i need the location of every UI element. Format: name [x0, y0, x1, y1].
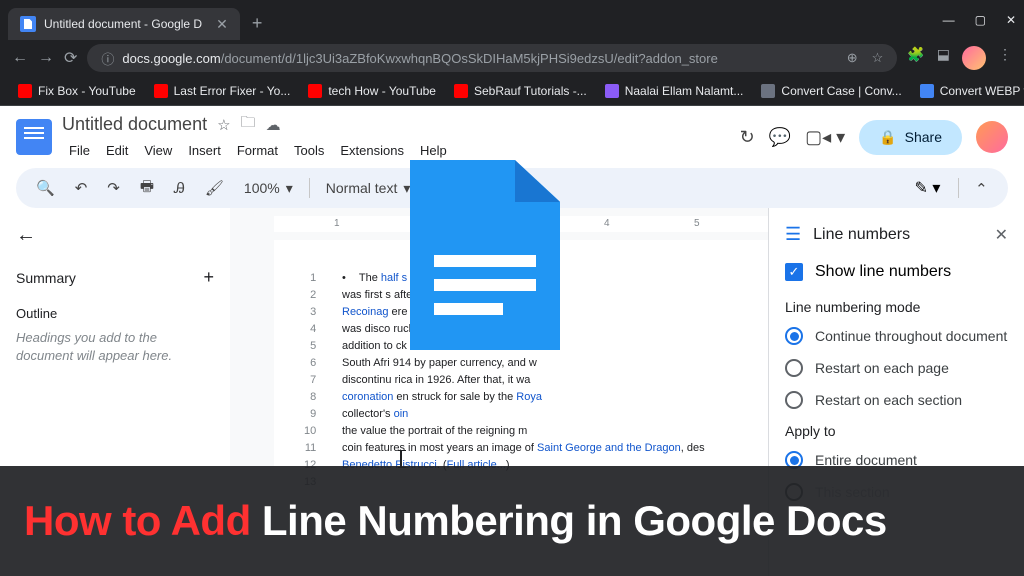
list-icon: ☰ [785, 224, 801, 245]
bookmark-favicon [154, 84, 168, 98]
bookmark-item[interactable]: Convert WEBP to JP... [914, 80, 1024, 102]
maximize-button[interactable]: ▢ [975, 13, 986, 27]
forward-button[interactable]: → [38, 49, 54, 67]
spellcheck-button[interactable]: Ꭿ [166, 174, 193, 203]
print-button[interactable]: 🖶 [132, 170, 162, 207]
bookmark-favicon [761, 84, 775, 98]
bookmark-item[interactable]: SebRauf Tutorials -... [448, 80, 593, 102]
browser-titlebar: Untitled document - Google D ✕ + ― ▢ ✕ [0, 0, 1024, 40]
meet-button[interactable]: ▢◂ ▾ [805, 127, 845, 148]
show-line-numbers-checkbox[interactable]: ✓ Show line numbers [785, 263, 1008, 281]
style-select[interactable]: Normal text ▾ [318, 176, 419, 201]
reload-button[interactable]: ⟳ [64, 48, 77, 68]
move-icon[interactable]: 🗀 [241, 112, 256, 137]
mode-section-title: Line numbering mode [785, 299, 1008, 315]
collapse-toolbar-button[interactable]: ⌄ [967, 173, 996, 203]
bookmark-item[interactable]: tech How - YouTube [302, 80, 442, 102]
menu-bar: FileEditViewInsertFormatToolsExtensionsH… [62, 139, 454, 162]
radio-icon [785, 359, 803, 377]
docs-hero-icon [410, 160, 560, 350]
docs-header: Untitled document ☆ 🗀 ☁ FileEditViewInse… [0, 106, 1024, 168]
menu-insert[interactable]: Insert [181, 139, 228, 162]
radio-icon [785, 327, 803, 345]
menu-view[interactable]: View [137, 139, 179, 162]
close-icon[interactable]: ✕ [216, 16, 228, 33]
menu-file[interactable]: File [62, 139, 97, 162]
ruler-mark: 5 [694, 218, 700, 229]
comments-icon[interactable]: 💬 [769, 127, 791, 148]
separator [958, 178, 959, 198]
bookmarks-bar: Fix Box - YouTube Last Error Fixer - Yo..… [0, 76, 1024, 106]
translate-icon[interactable]: ⊕ [847, 50, 858, 66]
search-icon[interactable]: 🔍 [28, 173, 63, 203]
account-avatar[interactable] [976, 121, 1008, 153]
new-tab-button[interactable]: + [252, 13, 263, 34]
collapse-outline-button[interactable]: ← [16, 224, 214, 247]
summary-label: Summary [16, 270, 76, 286]
apply-section-title: Apply to [785, 423, 1008, 439]
overlay-title: How to Add Line Numbering in Google Docs [24, 497, 887, 545]
bookmark-favicon [605, 84, 619, 98]
lock-icon: 🔒 [879, 129, 896, 146]
address-bar: ← → ⟳ ⓘ docs.google.com/document/d/1ljc3… [0, 40, 1024, 76]
line-numbers-gutter: 12345678910111213 [304, 270, 316, 491]
docs-favicon [20, 16, 36, 32]
bookmark-item[interactable]: Last Error Fixer - Yo... [148, 80, 297, 102]
bookmark-item[interactable]: Naalai Ellam Nalamt... [599, 80, 750, 102]
document-title[interactable]: Untitled document [62, 114, 207, 135]
menu-extensions[interactable]: Extensions [333, 139, 411, 162]
site-info-icon[interactable]: ⓘ [101, 49, 114, 68]
back-button[interactable]: ← [12, 49, 28, 67]
bookmark-item[interactable]: Convert Case | Conv... [755, 80, 907, 102]
url-input[interactable]: ⓘ docs.google.com/document/d/1ljc3Ui3aZB… [87, 44, 897, 72]
docs-logo-icon[interactable] [16, 119, 52, 155]
close-window-button[interactable]: ✕ [1006, 13, 1016, 27]
bookmark-star-icon[interactable]: ☆ [872, 50, 884, 66]
editing-mode-button[interactable]: ✎ ▾ [905, 172, 951, 204]
star-icon[interactable]: ☆ [217, 116, 230, 134]
menu-help[interactable]: Help [413, 139, 454, 162]
history-icon[interactable]: ↻ [740, 127, 755, 148]
bookmark-item[interactable]: Fix Box - YouTube [12, 80, 142, 102]
outline-label: Outline [16, 306, 214, 321]
add-summary-button[interactable]: + [203, 267, 214, 288]
zoom-select[interactable]: 100% ▾ [236, 176, 301, 201]
bookmark-favicon [18, 84, 32, 98]
radio-icon [785, 391, 803, 409]
paint-format-button[interactable]: 🖌 [197, 173, 232, 203]
tab-title: Untitled document - Google D [44, 17, 202, 31]
mode-option[interactable]: Restart on each section [785, 391, 1008, 409]
extensions-icon[interactable]: 🧩 [907, 46, 924, 70]
profile-avatar[interactable] [962, 46, 986, 70]
outline-hint: Headings you add to the document will ap… [16, 329, 214, 365]
menu-format[interactable]: Format [230, 139, 285, 162]
separator [309, 178, 310, 198]
downloads-icon[interactable]: ⬓ [937, 46, 950, 70]
close-panel-button[interactable]: ✕ [995, 225, 1008, 245]
minimize-button[interactable]: ― [943, 13, 955, 27]
mode-option[interactable]: Restart on each page [785, 359, 1008, 377]
bookmark-favicon [920, 84, 934, 98]
redo-button[interactable]: ↷ [99, 173, 128, 203]
bookmark-favicon [308, 84, 322, 98]
panel-title: Line numbers [813, 226, 982, 244]
undo-button[interactable]: ↶ [67, 173, 96, 203]
ruler-mark: 4 [604, 218, 610, 229]
mode-option[interactable]: Continue throughout document [785, 327, 1008, 345]
menu-tools[interactable]: Tools [287, 139, 331, 162]
show-line-numbers-label: Show line numbers [815, 263, 951, 281]
share-label: Share [905, 129, 942, 145]
url-path: /document/d/1ljc3Ui3aZBfoKwxwhqnBQOsSkDI… [221, 51, 718, 66]
window-controls: ― ▢ ✕ [943, 13, 1016, 27]
kebab-menu-icon[interactable]: ⋮ [998, 46, 1012, 70]
menu-edit[interactable]: Edit [99, 139, 135, 162]
url-host: docs.google.com [122, 51, 220, 66]
share-button[interactable]: 🔒 Share [859, 120, 962, 155]
ruler-mark: 1 [334, 218, 340, 229]
checkbox-checked-icon: ✓ [785, 263, 803, 281]
video-title-overlay: How to Add Line Numbering in Google Docs [0, 466, 1024, 576]
bookmark-favicon [454, 84, 468, 98]
browser-tab[interactable]: Untitled document - Google D ✕ [8, 8, 240, 40]
cloud-status-icon[interactable]: ☁ [266, 116, 281, 134]
